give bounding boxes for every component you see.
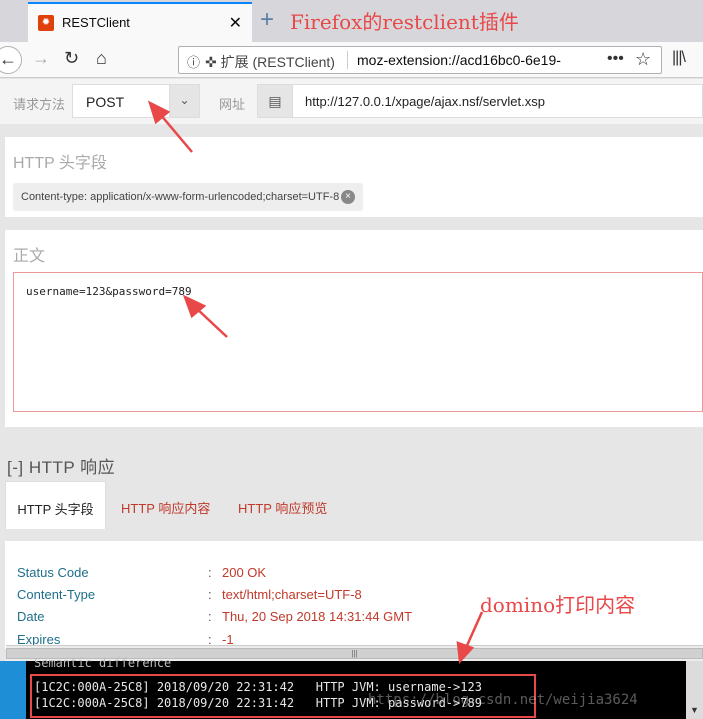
annotation-arrows xyxy=(147,100,484,664)
arrow-domino-head xyxy=(456,641,475,664)
arrow-domino-line xyxy=(463,611,484,651)
arrow-method-line xyxy=(159,113,193,153)
arrow-body-line xyxy=(195,307,228,338)
